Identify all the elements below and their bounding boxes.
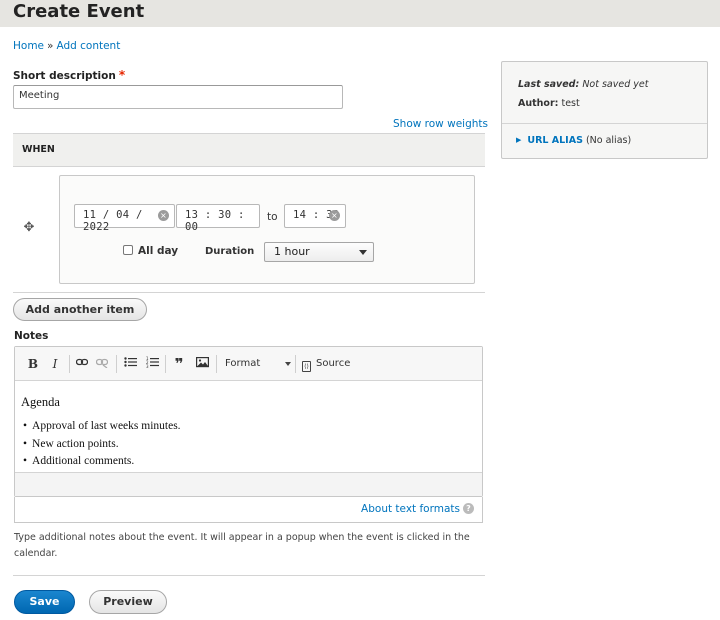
- toolbar-separator: [69, 355, 70, 373]
- when-table-header: WHEN: [13, 133, 485, 167]
- toolbar-separator: [165, 355, 166, 373]
- chevron-down-icon: [359, 250, 367, 255]
- duration-label: Duration: [205, 246, 255, 257]
- all-day-option[interactable]: All day: [123, 245, 178, 257]
- last-saved-row: Last saved: Not saved yet: [518, 75, 648, 94]
- all-day-label: All day: [138, 245, 179, 257]
- triangle-right-icon: ▶: [516, 136, 522, 144]
- unlink-icon[interactable]: [95, 356, 109, 372]
- list-item: Additional comments.: [23, 453, 181, 471]
- last-saved-label: Last saved:: [518, 79, 580, 90]
- svg-text:3: 3: [146, 364, 149, 368]
- drag-handle-icon[interactable]: ✥: [22, 221, 36, 235]
- short-description-input[interactable]: Meeting: [13, 85, 343, 109]
- breadcrumb-separator: »: [47, 40, 54, 52]
- author-row: Author: test: [518, 94, 648, 113]
- editor-status-bar: [15, 472, 482, 496]
- meta-info: Last saved: Not saved yet Author: test: [518, 75, 648, 113]
- italic-button[interactable]: I: [49, 356, 61, 372]
- clear-end-time-icon[interactable]: ×: [329, 210, 340, 221]
- page-title: Create Event: [13, 1, 145, 22]
- image-icon[interactable]: [195, 356, 209, 372]
- url-alias-value: (No alias): [585, 135, 632, 146]
- format-dropdown[interactable]: Format: [225, 356, 295, 372]
- preview-button[interactable]: Preview: [89, 590, 167, 614]
- about-text-formats-link[interactable]: About text formats: [361, 503, 460, 515]
- short-description-label-text: Short description: [13, 70, 116, 82]
- breadcrumb-add-content-link[interactable]: Add content: [56, 40, 120, 52]
- link-icon[interactable]: [75, 356, 89, 372]
- url-alias-title: URL ALIAS: [527, 135, 583, 146]
- list-item: New action points.: [23, 436, 181, 454]
- breadcrumb-home-link[interactable]: Home: [13, 40, 44, 52]
- page-header: Create Event: [0, 0, 720, 27]
- blockquote-icon[interactable]: ❞: [171, 356, 187, 372]
- show-row-weights-button[interactable]: Show row weights: [393, 118, 488, 130]
- url-alias-toggle[interactable]: ▶ URL ALIAS (No alias): [516, 135, 631, 146]
- start-time-input[interactable]: 13 : 30 : 00: [176, 204, 260, 233]
- date-range-group: [59, 175, 475, 284]
- divider: [502, 123, 707, 124]
- toolbar-separator: [116, 355, 117, 373]
- duration-select[interactable]: 1 hour: [264, 242, 374, 262]
- short-description-label: Short description *: [13, 68, 125, 82]
- notes-description: Type additional notes about the event. I…: [14, 532, 470, 559]
- last-saved-value: Not saved yet: [582, 79, 649, 90]
- add-another-item-button[interactable]: Add another item: [13, 298, 147, 321]
- duration-value: 1 hour: [274, 245, 310, 258]
- author-label: Author:: [518, 98, 559, 109]
- toolbar-separator: [216, 355, 217, 373]
- toolbar-separator: [295, 355, 296, 373]
- notes-label: Notes: [14, 330, 49, 342]
- when-header-label: WHEN: [22, 144, 55, 155]
- author-value: test: [561, 98, 580, 109]
- numbered-list-icon[interactable]: 123: [145, 356, 159, 372]
- source-button[interactable]: ⟨⟩ Source: [302, 356, 350, 372]
- breadcrumb: Home» Add content: [13, 40, 120, 52]
- start-date-input[interactable]: 11 / 04 / 2022 ×: [74, 204, 175, 233]
- bold-button[interactable]: B: [27, 356, 39, 372]
- meta-sidebar: Last saved: Not saved yet Author: test ▶…: [501, 61, 708, 159]
- save-button[interactable]: Save: [14, 590, 75, 614]
- all-day-checkbox[interactable]: [123, 245, 133, 255]
- divider: [13, 575, 485, 576]
- help-icon[interactable]: ?: [463, 503, 474, 514]
- editor-content-area[interactable]: Agenda Approval of last weeks minutes. N…: [15, 382, 482, 472]
- editor-toolbar: B I 123 ❞ Format ⟨⟩ Source: [15, 347, 482, 381]
- text-format-row: About text formats ?: [14, 497, 483, 523]
- chevron-down-icon: [285, 362, 291, 366]
- source-label: Source: [316, 358, 351, 369]
- divider: [13, 292, 485, 293]
- to-label: to: [267, 211, 278, 223]
- source-icon: ⟨⟩: [302, 361, 311, 372]
- agenda-list: Approval of last weeks minutes. New acti…: [23, 418, 181, 471]
- bulleted-list-icon[interactable]: [123, 356, 137, 372]
- list-item: Approval of last weeks minutes.: [23, 418, 181, 436]
- format-dropdown-label: Format: [225, 358, 261, 369]
- end-time-input[interactable]: 14 : 30 ×: [284, 204, 346, 228]
- clear-start-date-icon[interactable]: ×: [158, 210, 169, 221]
- required-marker: *: [118, 68, 126, 82]
- notes-editor: B I 123 ❞ Format ⟨⟩ Source Agenda • Appr…: [14, 346, 483, 497]
- agenda-heading: Agenda: [21, 395, 60, 409]
